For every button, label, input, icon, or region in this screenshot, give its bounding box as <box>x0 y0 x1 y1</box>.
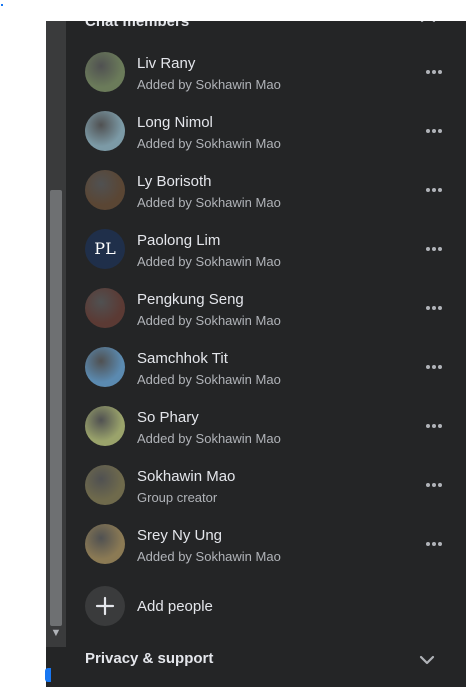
more-dot <box>438 188 442 192</box>
more-dot <box>438 365 442 369</box>
member-row[interactable]: So Phary Added by Sokhawin Mao <box>66 400 466 459</box>
more-dot <box>432 70 436 74</box>
member-row[interactable]: Ly Borisoth Added by Sokhawin Mao <box>66 164 466 223</box>
notification-indicator <box>45 668 51 682</box>
add-people-icon-circle <box>85 586 125 626</box>
more-dot <box>438 247 442 251</box>
member-row[interactable]: Sokhawin Mao Group creator <box>66 459 466 518</box>
more-options-icon[interactable] <box>421 117 447 143</box>
member-row[interactable]: Samchhok Tit Added by Sokhawin Mao <box>66 341 466 400</box>
member-name[interactable]: Liv Rany <box>137 55 195 72</box>
more-options-icon[interactable] <box>421 176 447 202</box>
avatar[interactable]: PL <box>85 229 125 269</box>
privacy-support-heading: Privacy & support <box>85 650 214 667</box>
more-dot <box>432 129 436 133</box>
chat-info-panel: ▼ Chat members Liv Rany Added by Sokhawin… <box>46 21 466 687</box>
member-subtitle: Added by Sokhawin Mao <box>137 77 281 92</box>
more-options-icon[interactable] <box>421 58 447 84</box>
avatar[interactable] <box>85 288 125 328</box>
member-name[interactable]: Ly Borisoth <box>137 173 211 190</box>
chevron-up-icon[interactable] <box>417 21 439 29</box>
more-dot <box>438 483 442 487</box>
more-dot <box>426 70 430 74</box>
member-row[interactable]: PL Paolong Lim Added by Sokhawin Mao <box>66 223 466 282</box>
member-row[interactable]: Liv Rany Added by Sokhawin Mao <box>66 46 466 105</box>
more-dot <box>432 542 436 546</box>
member-name[interactable]: Samchhok Tit <box>137 350 228 367</box>
more-dot <box>426 188 430 192</box>
member-name[interactable]: Sokhawin Mao <box>137 468 235 485</box>
member-name[interactable]: So Phary <box>137 409 199 426</box>
avatar[interactable] <box>85 111 125 151</box>
more-dot <box>426 247 430 251</box>
more-dot <box>432 424 436 428</box>
more-options-icon[interactable] <box>421 353 447 379</box>
member-subtitle: Group creator <box>137 490 218 505</box>
more-dot <box>438 424 442 428</box>
more-options-icon[interactable] <box>421 412 447 438</box>
avatar-initials: PL <box>94 239 116 258</box>
member-subtitle: Added by Sokhawin Mao <box>137 372 281 387</box>
more-options-icon[interactable] <box>421 235 447 261</box>
more-dot <box>426 365 430 369</box>
add-people-label: Add people <box>137 598 213 615</box>
member-row[interactable]: Long Nimol Added by Sokhawin Mao <box>66 105 466 164</box>
more-dot <box>432 483 436 487</box>
plus-icon <box>95 596 115 616</box>
member-row[interactable]: Pengkung Seng Added by Sokhawin Mao <box>66 282 466 341</box>
more-dot <box>432 365 436 369</box>
member-name[interactable]: Srey Ny Ung <box>137 527 222 544</box>
member-name[interactable]: Paolong Lim <box>137 232 220 249</box>
member-subtitle: Added by Sokhawin Mao <box>137 136 281 151</box>
more-dot <box>438 70 442 74</box>
member-subtitle: Added by Sokhawin Mao <box>137 254 281 269</box>
avatar[interactable] <box>85 524 125 564</box>
member-name[interactable]: Pengkung Seng <box>137 291 244 308</box>
more-dot <box>426 129 430 133</box>
scroll-down-arrow-icon[interactable]: ▼ <box>48 622 64 644</box>
member-name[interactable]: Long Nimol <box>137 114 213 131</box>
more-dot <box>432 247 436 251</box>
more-dot <box>438 306 442 310</box>
member-subtitle: Added by Sokhawin Mao <box>137 313 281 328</box>
chat-members-heading[interactable]: Chat members <box>85 21 189 30</box>
member-subtitle: Added by Sokhawin Mao <box>137 195 281 210</box>
corner-marker <box>1 4 3 6</box>
avatar[interactable] <box>85 170 125 210</box>
member-subtitle: Added by Sokhawin Mao <box>137 549 281 564</box>
privacy-support-section[interactable]: Privacy & support <box>66 637 466 681</box>
chevron-down-icon <box>419 655 435 665</box>
more-dot <box>432 188 436 192</box>
more-options-icon[interactable] <box>421 471 447 497</box>
more-dot <box>432 306 436 310</box>
more-dot <box>438 542 442 546</box>
more-dot <box>426 483 430 487</box>
avatar[interactable] <box>85 406 125 446</box>
avatar[interactable] <box>85 465 125 505</box>
more-options-icon[interactable] <box>421 530 447 556</box>
avatar[interactable] <box>85 52 125 92</box>
more-dot <box>426 424 430 428</box>
scrollbar[interactable]: ▼ <box>46 21 66 647</box>
more-dot <box>426 306 430 310</box>
member-subtitle: Added by Sokhawin Mao <box>137 431 281 446</box>
more-options-icon[interactable] <box>421 294 447 320</box>
more-dot <box>426 542 430 546</box>
add-people-button[interactable]: Add people <box>66 584 466 634</box>
avatar[interactable] <box>85 347 125 387</box>
scrollbar-thumb[interactable] <box>50 190 62 626</box>
member-row[interactable]: Srey Ny Ung Added by Sokhawin Mao <box>66 518 466 577</box>
more-dot <box>438 129 442 133</box>
